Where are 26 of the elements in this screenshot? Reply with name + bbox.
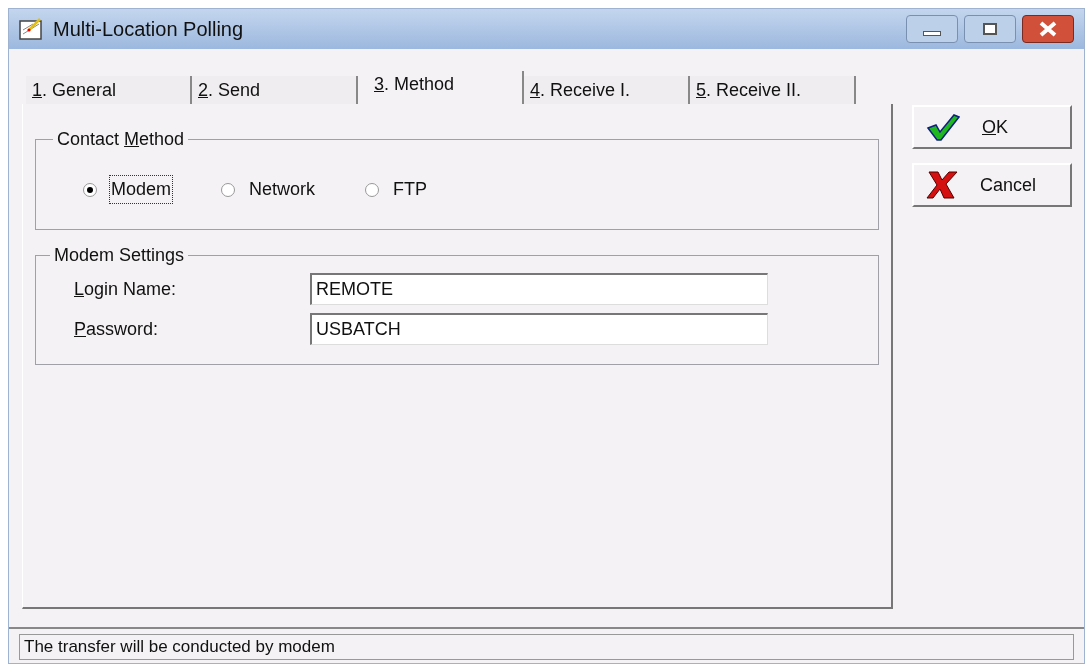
notepad-icon [19, 18, 43, 40]
cancel-button[interactable]: Cancel [912, 163, 1072, 207]
tab[interactable]: 2. Send [192, 76, 358, 104]
tab[interactable]: 4. Receive I. [524, 76, 690, 104]
radio-option[interactable]: FTP [365, 175, 430, 204]
restore-button[interactable] [964, 15, 1016, 43]
status-bar: The transfer will be conducted by modem [19, 634, 1074, 660]
field-label: Password: [74, 317, 160, 341]
ok-button[interactable]: OK [912, 105, 1072, 149]
close-button[interactable] [1022, 15, 1074, 43]
window-title: Multi-Location Polling [53, 17, 244, 42]
tab[interactable]: 5. Receive II. [690, 76, 856, 104]
text-field[interactable]: USBATCH [310, 313, 768, 345]
tab[interactable]: 1. General [26, 76, 192, 104]
group-title: Contact Method [56, 128, 186, 151]
radio-button[interactable] [221, 182, 236, 197]
radio-option[interactable]: Network [221, 175, 318, 204]
radio-button[interactable] [83, 182, 97, 197]
field-label: Login Name: [74, 277, 178, 301]
close-icon [1038, 21, 1058, 37]
group-title: Modem Settings [53, 244, 186, 267]
minimize-button[interactable] [906, 15, 958, 43]
checkmark-icon [926, 113, 960, 141]
x-mark-icon [926, 170, 958, 200]
radio-button[interactable] [365, 182, 380, 197]
text-field[interactable]: REMOTE [310, 273, 768, 305]
